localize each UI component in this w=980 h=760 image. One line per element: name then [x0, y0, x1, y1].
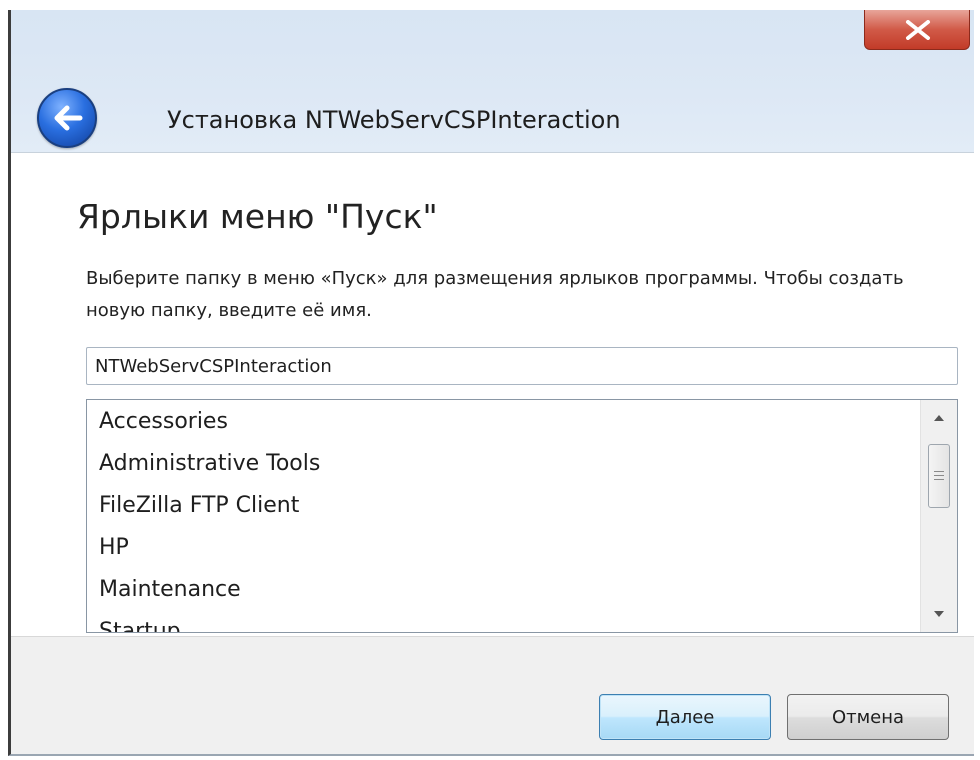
list-item[interactable]: HP: [87, 527, 919, 569]
next-button[interactable]: Далее: [599, 694, 771, 740]
content-area: Ярлыки меню "Пуск" Выберите папку в меню…: [11, 152, 974, 637]
list-item[interactable]: Administrative Tools: [87, 443, 919, 485]
title-bar: Установка NTWebServCSPInteraction: [11, 10, 974, 152]
close-icon: [906, 20, 930, 40]
installer-window: Установка NTWebServCSPInteraction Ярлыки…: [8, 10, 974, 756]
page-title: Ярлыки меню "Пуск": [77, 197, 438, 236]
folder-name-input[interactable]: [86, 347, 958, 385]
back-button[interactable]: [37, 88, 97, 148]
close-button[interactable]: [864, 10, 970, 50]
scroll-down-button[interactable]: [921, 596, 957, 632]
cancel-button[interactable]: Отмена: [787, 694, 949, 740]
thumb-grip-line: [934, 471, 944, 472]
scroll-up-button[interactable]: [921, 400, 957, 436]
thumb-grip-line: [934, 475, 944, 476]
button-bar: Далее Отмена: [11, 636, 974, 754]
list-item[interactable]: FileZilla FTP Client: [87, 485, 919, 527]
scroll-down-arrow-icon: [934, 611, 944, 617]
vertical-scrollbar[interactable]: [920, 400, 957, 632]
start-menu-folder-list[interactable]: Accessories Administrative Tools FileZil…: [86, 399, 958, 633]
thumb-grip-line: [934, 479, 944, 480]
scroll-up-arrow-icon: [934, 415, 944, 421]
back-arrow-icon: [54, 105, 83, 131]
list-item[interactable]: Maintenance: [87, 569, 919, 611]
window-title: Установка NTWebServCSPInteraction: [167, 106, 621, 134]
folder-list-items: Accessories Administrative Tools FileZil…: [87, 400, 919, 632]
list-item[interactable]: Accessories: [87, 401, 919, 443]
instructions-text: Выберите папку в меню «Пуск» для размеще…: [86, 268, 904, 321]
list-item[interactable]: Startup: [87, 611, 919, 632]
scroll-thumb[interactable]: [928, 444, 950, 508]
